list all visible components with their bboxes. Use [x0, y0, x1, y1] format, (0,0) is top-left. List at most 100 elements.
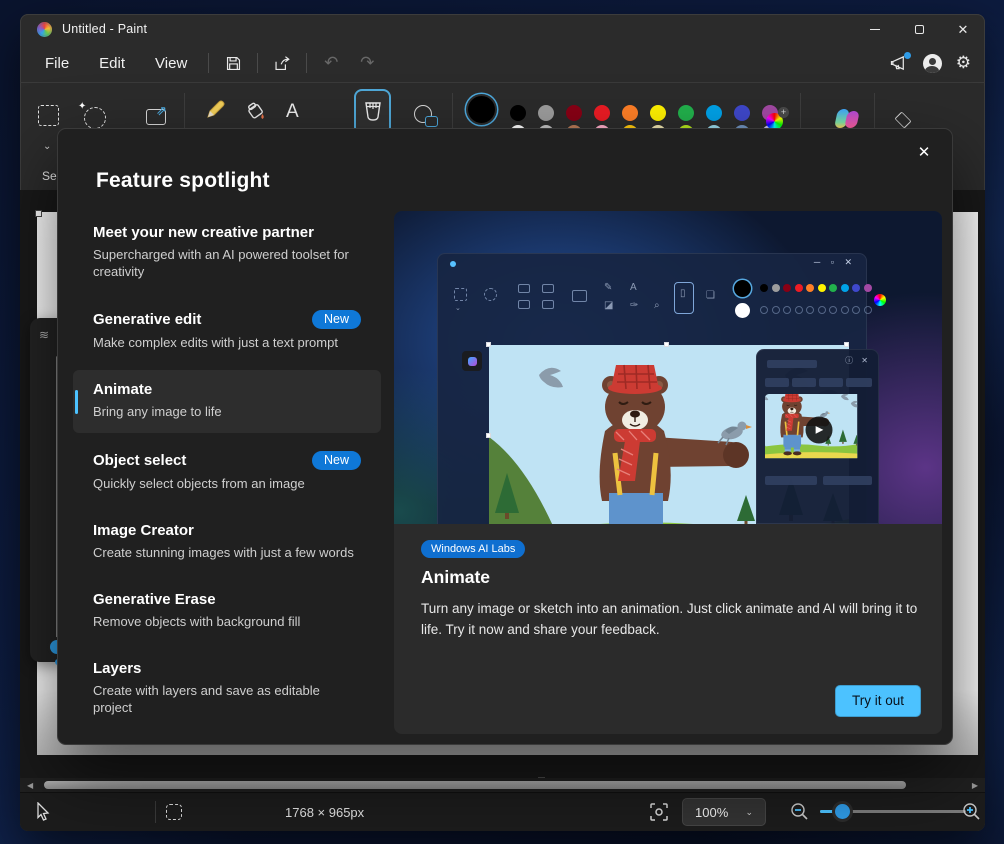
canvas-size-label: 1768 × 965px [285, 805, 364, 820]
color-swatch [864, 284, 872, 292]
mini-window-controls: ─ ▫ ✕ [814, 257, 856, 268]
color-swatch[interactable] [678, 105, 694, 121]
paint-logo-icon [37, 22, 52, 37]
divider [306, 53, 307, 73]
feature-title: Generative edit [93, 311, 201, 328]
pencil-tool[interactable] [204, 99, 226, 121]
canvas-resize-handle[interactable] [35, 210, 42, 217]
color-swatch[interactable] [538, 105, 554, 121]
selection-tool[interactable] [38, 105, 59, 126]
redo-icon: ↷ [360, 53, 374, 73]
mini-icon [542, 284, 554, 293]
menu-file[interactable]: File [30, 49, 84, 78]
color-swatch [841, 306, 849, 314]
zoom-dropdown[interactable]: 100% ⌄ [682, 798, 766, 826]
chevron-down-icon[interactable]: ⌄ [43, 141, 51, 152]
feature-detail-description: Turn any image or sketch into an animati… [421, 599, 921, 641]
shapes-square-icon [425, 116, 438, 127]
color-swatch[interactable] [622, 105, 638, 121]
color-swatch[interactable] [594, 105, 610, 121]
color-swatch [818, 306, 826, 314]
mini-palette-row-2 [760, 306, 872, 314]
current-color-swatch[interactable] [468, 96, 495, 123]
skeleton-bar [765, 476, 817, 485]
minimize-button[interactable] [853, 14, 897, 44]
share-icon [273, 55, 291, 72]
settings-button[interactable]: ⚙ [956, 53, 971, 73]
zoom-in-button[interactable] [962, 802, 981, 821]
feature-item-image-creator[interactable]: Image CreatorCreate stunning images with… [73, 511, 381, 573]
color-swatch [829, 306, 837, 314]
object-select-tool[interactable] [84, 107, 106, 129]
color-swatch [795, 284, 803, 292]
save-button[interactable] [215, 48, 251, 78]
menubar: File Edit View ↶ ↷ ⚙ [20, 44, 985, 82]
scrollbar-thumb[interactable] [44, 781, 906, 789]
color-swatch [852, 284, 860, 292]
maximize-button[interactable] [897, 14, 941, 44]
close-button[interactable]: ✕ [941, 14, 985, 44]
feature-item-layers[interactable]: LayersCreate with layers and save as edi… [73, 649, 381, 728]
skeleton-tab [765, 378, 789, 387]
plus-icon: + [778, 107, 789, 118]
layers-button[interactable] [894, 111, 911, 128]
mini-logo-icon [450, 261, 456, 267]
feedback-button[interactable] [890, 55, 909, 72]
mini-resize-icon [572, 290, 587, 302]
mini-video-thumbnail: ▶ [765, 394, 872, 466]
selection-size-icon [166, 804, 182, 820]
mini-icon [518, 284, 530, 293]
chevron-down-icon: ⌄ [745, 807, 753, 818]
mini-icon [518, 300, 530, 309]
redo-button[interactable]: ↷ [349, 48, 385, 78]
mini-magnifier-icon: ⌕ [654, 300, 660, 311]
undo-button[interactable]: ↶ [313, 48, 349, 78]
menu-view[interactable]: View [140, 49, 202, 78]
feature-item-object-select[interactable]: Object selectNewQuickly select objects f… [73, 440, 381, 504]
fit-to-screen-icon[interactable] [650, 803, 668, 821]
color-swatch [795, 306, 803, 314]
undo-icon: ↶ [324, 53, 338, 73]
maximize-icon [915, 25, 924, 34]
zoom-slider-thumb[interactable] [835, 804, 850, 819]
mini-color-wheel [874, 294, 886, 306]
color-swatch [852, 306, 860, 314]
feature-item-generative-erase[interactable]: Generative EraseRemove objects with back… [73, 580, 381, 642]
feature-detail-title: Animate [421, 567, 490, 588]
feature-title: Layers [93, 660, 141, 677]
scroll-right-arrow[interactable]: ▶ [972, 781, 978, 790]
stroke-size-icon: ≋ [30, 328, 57, 342]
try-it-out-button[interactable]: Try it out [835, 685, 921, 717]
skeleton-bar [767, 360, 817, 368]
feature-description: Make complex edits with just a text prom… [93, 334, 361, 351]
skeleton-tab [846, 378, 872, 387]
mini-selection-icon [454, 288, 467, 301]
feature-item-generative-edit[interactable]: Generative editNewMake complex edits wit… [73, 299, 381, 363]
menu-edit[interactable]: Edit [84, 49, 140, 78]
feature-item-meet-your-new-creative-partner[interactable]: Meet your new creative partnerSupercharg… [73, 213, 381, 292]
feature-description: Quickly select objects from an image [93, 475, 361, 492]
color-swatch[interactable] [650, 105, 666, 121]
fill-tool[interactable] [244, 99, 268, 123]
color-swatch [841, 284, 849, 292]
color-swatch[interactable] [734, 105, 750, 121]
account-button[interactable] [923, 54, 942, 73]
copilot-button[interactable] [836, 109, 862, 128]
color-swatch[interactable] [510, 105, 526, 121]
color-swatch[interactable] [566, 105, 582, 121]
color-swatch[interactable] [706, 105, 722, 121]
feature-item-animate[interactable]: AnimateBring any image to life [73, 370, 381, 432]
scroll-left-arrow[interactable]: ◀ [27, 781, 33, 790]
cursor-icon [36, 802, 50, 821]
horizontal-scrollbar[interactable]: ◀ ▶ [20, 778, 985, 792]
minimize-icon [870, 29, 880, 30]
dialog-close-button[interactable]: ✕ [908, 137, 940, 167]
mini-animate-panel: ⓘ ✕ ▶ [756, 349, 879, 524]
mini-lasso-icon [484, 288, 497, 301]
share-button[interactable] [264, 48, 300, 78]
color-swatch [760, 284, 768, 292]
text-tool[interactable]: A [286, 101, 299, 123]
mini-palette-row-1 [760, 284, 872, 292]
zoom-out-button[interactable] [790, 802, 809, 821]
palette-row-1 [510, 105, 778, 121]
